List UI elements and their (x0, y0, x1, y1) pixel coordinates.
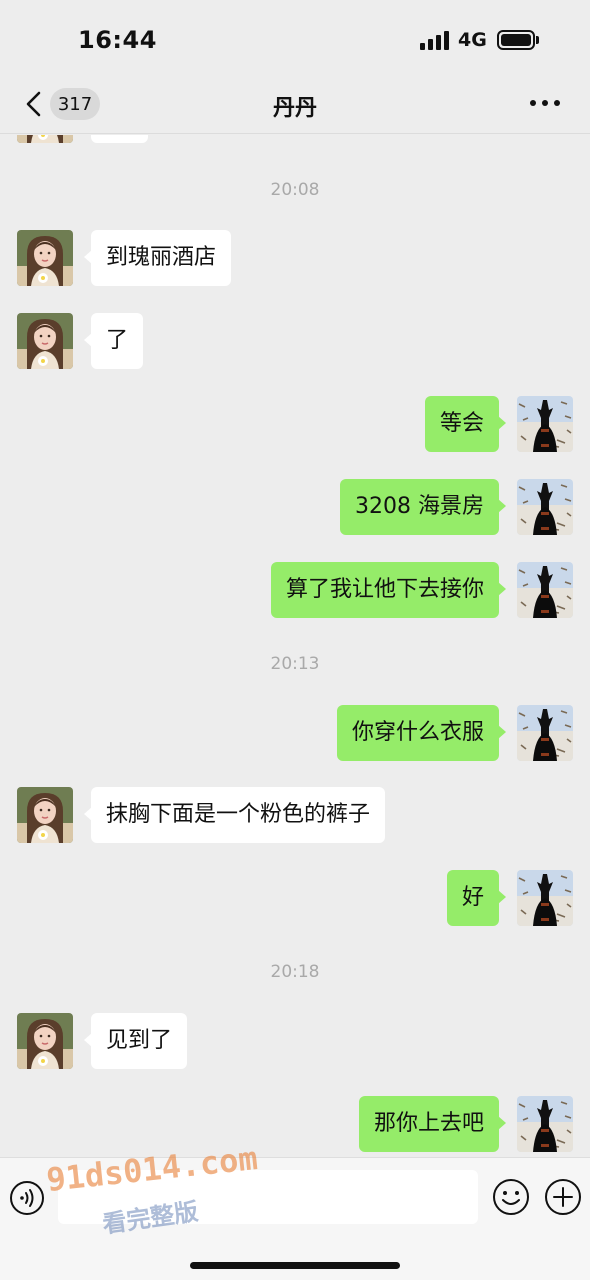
network-type: 4G (458, 29, 487, 51)
message-bubble-in[interactable] (91, 135, 148, 143)
message-bubble-in[interactable]: 了 (83, 313, 144, 369)
message-bubble-out[interactable]: 好 (446, 870, 507, 926)
message-bubble-in[interactable]: 抹胸下面是一个粉色的裤子 (83, 787, 386, 843)
self-avatar[interactable] (517, 1096, 573, 1152)
emoji-icon[interactable] (492, 1178, 530, 1216)
timestamp: 20:18 (270, 962, 320, 982)
voice-icon[interactable] (9, 1180, 45, 1216)
battery-icon (497, 30, 535, 50)
self-avatar[interactable] (517, 396, 573, 452)
contact-avatar[interactable] (17, 1013, 73, 1069)
home-indicator[interactable] (190, 1262, 400, 1269)
status-time: 16:44 (78, 26, 157, 54)
message-bubble-out[interactable]: 3208 海景房 (340, 479, 506, 535)
timestamp: 20:08 (270, 180, 320, 200)
self-avatar[interactable] (517, 479, 573, 535)
message-list[interactable]: 20:08 到瑰丽酒店 了 等会 3208 海景房 算了我让他下去接你 20:1… (0, 135, 590, 1157)
plus-icon[interactable] (544, 1178, 582, 1216)
chat-title: 丹丹 (272, 96, 317, 121)
message-bubble-in[interactable]: 见到了 (83, 1013, 188, 1069)
signal-icon (420, 30, 450, 50)
contact-avatar[interactable] (17, 787, 73, 843)
chat-header: 317 丹丹 (0, 80, 590, 134)
self-avatar[interactable] (517, 562, 573, 618)
contact-avatar[interactable] (17, 135, 73, 143)
contact-avatar[interactable] (17, 230, 73, 286)
message-bubble-out[interactable]: 等会 (424, 396, 507, 452)
more-dots-icon[interactable] (530, 100, 560, 108)
timestamp: 20:13 (270, 654, 320, 674)
message-bubble-in[interactable]: 到瑰丽酒店 (83, 230, 232, 286)
message-input[interactable] (58, 1170, 478, 1224)
message-bubble-out[interactable]: 那你上去吧 (358, 1096, 507, 1152)
contact-avatar[interactable] (17, 313, 73, 369)
self-avatar[interactable] (517, 870, 573, 926)
message-bubble-out[interactable]: 算了我让他下去接你 (270, 562, 507, 618)
self-avatar[interactable] (517, 705, 573, 761)
message-bubble-out[interactable]: 你穿什么衣服 (336, 705, 507, 761)
status-bar: 16:44 4G (0, 0, 590, 80)
